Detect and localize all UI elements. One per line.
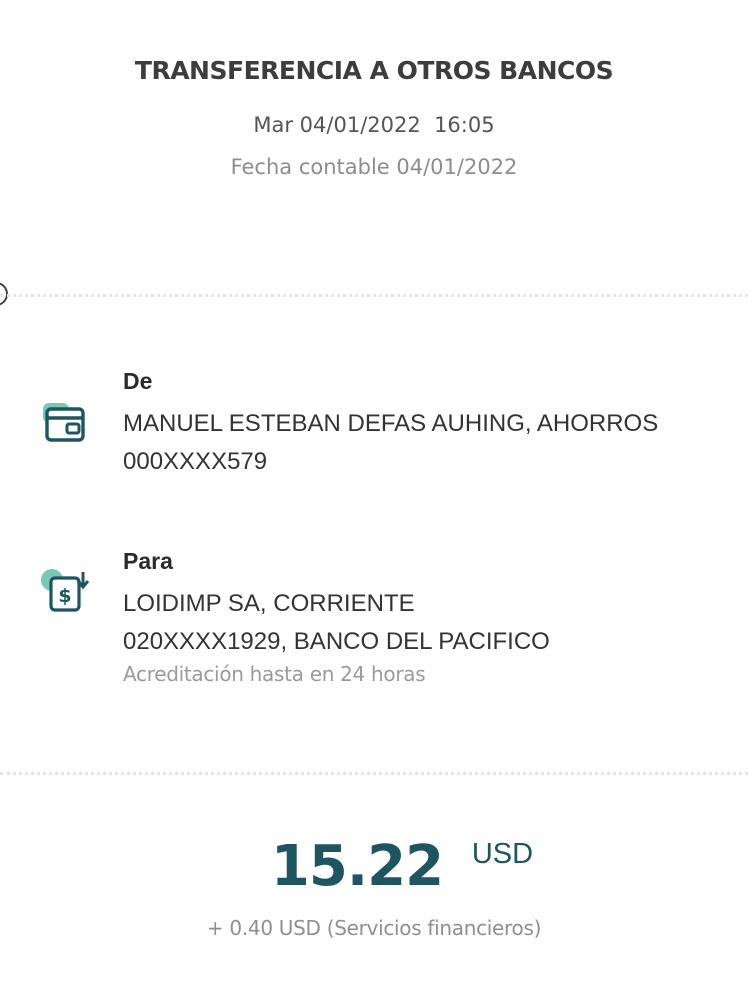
crediting-note: Acreditación hasta en 24 horas xyxy=(123,662,426,686)
dotted-divider xyxy=(0,772,748,775)
to-label: Para xyxy=(123,548,173,574)
svg-text:$: $ xyxy=(58,585,71,607)
from-label: De xyxy=(123,368,153,394)
transaction-datetime: Mar 04/01/2022 16:05 xyxy=(253,113,495,137)
page-title: TRANSFERENCIA A OTROS BANCOS xyxy=(134,56,614,85)
from-account-number: 000XXXX579 xyxy=(123,448,268,475)
dotted-divider xyxy=(0,294,748,297)
wallet-icon xyxy=(40,398,90,448)
bank-transfer-icon: $ xyxy=(40,566,90,616)
to-account-number-bank: 020XXXX1929, BANCO DEL PACIFICO xyxy=(123,628,550,655)
to-account-holder: LOIDIMP SA, CORRIENTE xyxy=(123,590,415,617)
accounting-date: Fecha contable 04/01/2022 xyxy=(230,155,518,179)
fee-note: + 0.40 USD (Servicios financieros) xyxy=(206,916,542,940)
amount-row: 15.22 USD xyxy=(0,834,748,899)
from-account-holder: MANUEL ESTEBAN DEFAS AUHING, AHORROS xyxy=(123,410,659,437)
amount-value: 15.22 xyxy=(270,834,444,899)
amount-currency: USD xyxy=(471,838,534,870)
